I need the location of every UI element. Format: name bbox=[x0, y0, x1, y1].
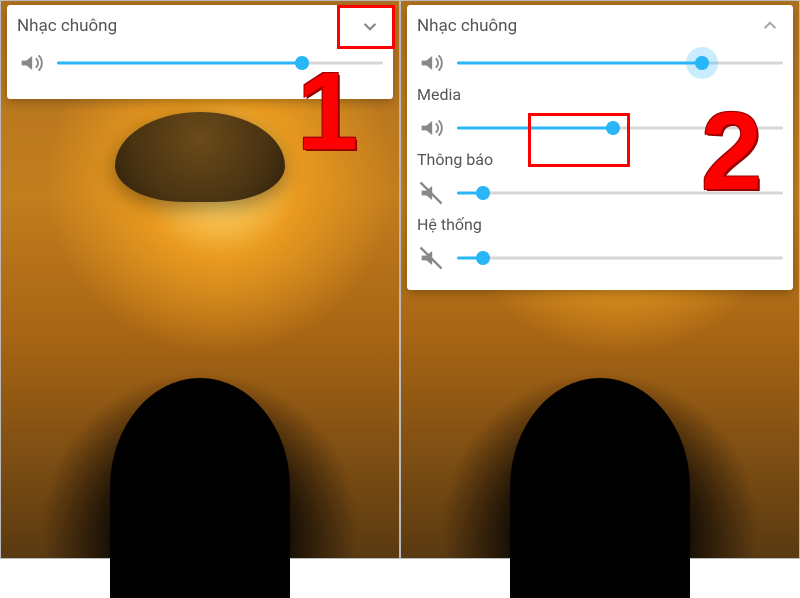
ringtone-label: Nhạc chuông bbox=[17, 16, 117, 36]
ringtone-slider[interactable] bbox=[457, 54, 783, 72]
volume-icon bbox=[17, 49, 45, 77]
volume-icon bbox=[417, 49, 445, 77]
system-slider[interactable] bbox=[457, 249, 783, 267]
screenshot-right: Nhạc chuông Media bbox=[400, 0, 800, 559]
ringtone-label: Nhạc chuông bbox=[417, 16, 517, 36]
screenshot-left: Nhạc chuông 1 bbox=[0, 0, 400, 559]
annotation-number-1: 1 bbox=[297, 57, 358, 167]
highlight-box-2 bbox=[528, 113, 630, 167]
volume-muted-icon bbox=[417, 244, 445, 272]
volume-muted-icon bbox=[417, 179, 445, 207]
chevron-up-icon bbox=[757, 13, 783, 39]
ringtone-slider-row bbox=[417, 49, 783, 77]
annotation-number-2: 2 bbox=[701, 97, 762, 207]
system-section: Hệ thống bbox=[417, 215, 783, 272]
highlight-box-1 bbox=[337, 5, 395, 49]
volume-icon bbox=[417, 114, 445, 142]
system-label: Hệ thống bbox=[417, 215, 783, 234]
collapse-button[interactable] bbox=[757, 13, 783, 39]
